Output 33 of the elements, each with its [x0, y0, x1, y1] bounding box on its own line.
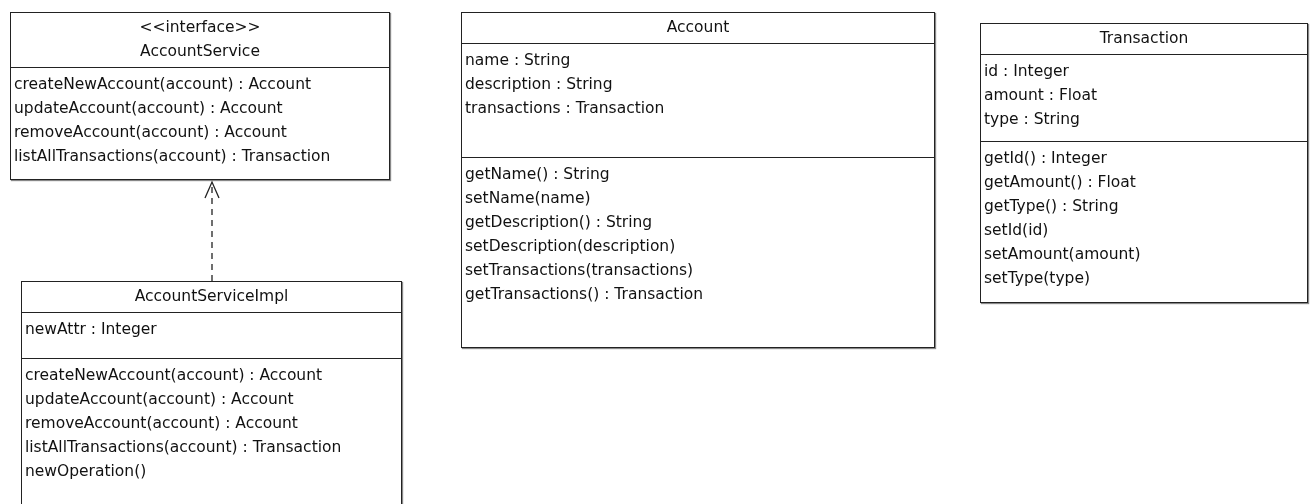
operation-text: getTransactions() : Transaction	[465, 284, 705, 305]
operation-text: setType(type)	[984, 268, 1091, 289]
attribute-text: transactions : Transaction	[465, 98, 666, 119]
attribute-text: id : Integer	[984, 61, 1070, 82]
operation-text: listAllTransactions(account) : Transaction	[14, 146, 332, 167]
operation-text: getType() : String	[984, 196, 1120, 217]
operation-text: setDescription(description)	[465, 236, 677, 257]
attribute-text: description : String	[465, 74, 614, 95]
class-name: Transaction	[1098, 28, 1190, 49]
operation-text: setTransactions(transactions)	[465, 260, 695, 281]
attribute-text: newAttr : Integer	[25, 319, 158, 340]
operation-text: newOperation()	[25, 461, 148, 482]
operation-text: setName(name)	[465, 188, 592, 209]
class-stereotype: <<interface>>	[138, 17, 262, 38]
operation-text: updateAccount(account) : Account	[25, 389, 295, 410]
operation-text: getName() : String	[465, 164, 611, 185]
operation-text: removeAccount(account) : Account	[25, 413, 299, 434]
attribute-text: amount : Float	[984, 85, 1099, 106]
operation-text: setId(id)	[984, 220, 1050, 241]
operation-text: updateAccount(account) : Account	[14, 98, 284, 119]
operation-text: setAmount(amount)	[984, 244, 1142, 265]
operation-text: createNewAccount(account) : Account	[25, 365, 324, 386]
operation-text: getAmount() : Float	[984, 172, 1137, 193]
operation-text: removeAccount(account) : Account	[14, 122, 288, 143]
class-name: AccountService	[139, 41, 261, 62]
operation-text: getDescription() : String	[465, 212, 654, 233]
operation-text: listAllTransactions(account) : Transaction	[25, 437, 343, 458]
class-name: Account	[665, 17, 731, 38]
attribute-text: type : String	[984, 109, 1081, 130]
operation-text: createNewAccount(account) : Account	[14, 74, 313, 95]
operation-text: getId() : Integer	[984, 148, 1108, 169]
class-name: AccountServiceImpl	[133, 286, 290, 307]
attribute-text: name : String	[465, 50, 572, 71]
